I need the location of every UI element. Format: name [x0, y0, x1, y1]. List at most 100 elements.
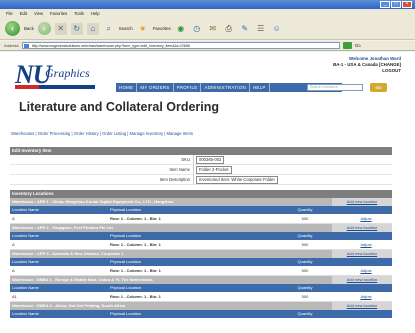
logo-bar — [15, 85, 95, 89]
col-quantity: Quantity — [297, 259, 313, 264]
logo[interactable]: NU Graphics — [15, 60, 97, 92]
logo-script: Graphics — [45, 66, 90, 80]
breadcrumb-manage-items[interactable]: Manage Items — [166, 131, 193, 136]
quantity: 500 — [301, 294, 309, 299]
adjust-link[interactable]: Adjust — [340, 292, 392, 301]
add-location-link[interactable]: Add new location — [332, 198, 392, 206]
add-location-link[interactable]: Add new location — [332, 224, 392, 232]
go-arrow-icon[interactable] — [342, 42, 352, 49]
table-row: A1 Row: 1 - Column: 1 - Bin: 1 500 Adjus… — [10, 292, 392, 302]
warehouse-header: Warehouse : APR 3 - Australia & New Zeal… — [10, 250, 392, 258]
physical-location: Row: 1 - Column: 1 - Bin: 1 — [110, 216, 161, 221]
minimize-button[interactable]: _ — [380, 1, 390, 8]
sku-label: SKU — [181, 157, 190, 162]
warehouse-title: Warehouse : APR 2 - Singapore, Prof Prin… — [12, 225, 113, 230]
menu-favorites[interactable]: Favorites — [50, 11, 67, 16]
warehouse-header: Warehouse : EMEA 1 - Europe & Middle Eas… — [10, 276, 392, 284]
print-icon[interactable]: ⎙ — [223, 23, 235, 35]
user-info: Welcome Jonathan Ward BA-1 - USA & Canad… — [333, 56, 401, 74]
forward-arrow-icon: › — [42, 24, 46, 33]
menu-help[interactable]: Help — [91, 11, 100, 16]
mail-icon[interactable]: ✉ — [207, 23, 219, 35]
adjust-link[interactable]: Adjust — [340, 214, 392, 223]
menu-tools[interactable]: Tools — [74, 11, 84, 16]
breadcrumb-order-history[interactable]: Order History — [74, 131, 99, 136]
warehouse-header: Warehouse : APR 1 - China, Hangzhou Kunt… — [10, 198, 392, 206]
nav-profile[interactable]: PROFILE — [174, 83, 202, 92]
search-label[interactable]: Search — [119, 26, 133, 31]
location-columns-header: Location Name Physical Location Quantity — [10, 284, 392, 292]
search-go-button[interactable]: GO — [370, 83, 387, 92]
col-quantity: Quantity — [297, 311, 313, 316]
item-description-label: Item Description — [159, 177, 190, 182]
history-icon[interactable]: ◷ — [191, 23, 203, 35]
search-icon[interactable]: ⌕ — [103, 23, 115, 35]
nav-home[interactable]: HOME — [116, 83, 138, 92]
add-location-link[interactable]: Add new location — [332, 276, 392, 284]
page-icon — [23, 44, 29, 48]
nav-help[interactable]: HELP — [250, 83, 270, 92]
warehouse-title: Warehouse : APR 1 - China, Hangzhou Kunt… — [12, 199, 174, 204]
col-physical-location: Physical Location — [110, 285, 142, 290]
breadcrumb-warehouses[interactable]: Warehouses — [11, 131, 34, 136]
messenger-icon[interactable]: ☺ — [271, 23, 283, 35]
browser-menubar: File Edit View Favorites Tools Help — [0, 9, 415, 18]
table-row: A Row: 1 - Column: 1 - Bin: 1 500 Adjust — [10, 240, 392, 250]
col-location-name: Location Name — [12, 207, 39, 212]
home-icon[interactable]: ⌂ — [86, 22, 99, 35]
media-icon[interactable]: ◉ — [175, 23, 187, 35]
quantity: 500 — [301, 242, 309, 247]
warehouse-header: Warehouse : EMEA 2 - Africa, Hot Dot Pri… — [10, 302, 392, 310]
breadcrumb-order-listing[interactable]: Order Listing — [102, 131, 126, 136]
back-label: Back — [24, 26, 34, 31]
physical-location: Row: 1 - Column: 1 - Bin: 1 — [110, 242, 161, 247]
address-bar: Address http://www.nwgeneralsolutions.ne… — [0, 41, 415, 51]
breadcrumb-order-processing[interactable]: Order Processing — [38, 131, 71, 136]
location-columns-header: Location Name Physical Location Quantity — [10, 232, 392, 240]
col-physical-location: Physical Location — [110, 207, 142, 212]
adjust-link[interactable]: Adjust — [340, 266, 392, 275]
item-name-field[interactable]: Folder 2-Pocket — [196, 165, 232, 174]
back-arrow-icon: ‹ — [11, 24, 14, 33]
add-location-link[interactable]: Add new location — [332, 302, 392, 310]
favorites-star-icon[interactable]: ★ — [137, 23, 149, 35]
close-button[interactable]: × — [402, 1, 412, 8]
add-location-link[interactable]: Add new location — [332, 250, 392, 258]
quantity: 500 — [301, 216, 309, 221]
adjust-link[interactable]: Adjust — [340, 240, 392, 249]
table-row: A Row: 1 - Column: 1 - Bin: 1 500 Adjust — [10, 266, 392, 276]
item-description-row: Item Description Inventoried Item: White… — [10, 175, 392, 185]
quantity: 500 — [301, 268, 309, 273]
edit-icon[interactable]: ✎ — [239, 23, 251, 35]
discuss-icon[interactable]: ☰ — [255, 23, 267, 35]
address-label: Address — [4, 43, 19, 48]
favorites-label[interactable]: Favorites — [153, 26, 171, 31]
nav-my-orders[interactable]: MY ORDERS — [137, 83, 174, 92]
back-button[interactable]: ‹ — [5, 21, 20, 36]
col-quantity: Quantity — [297, 285, 313, 290]
sku-field[interactable]: 000365-002 — [196, 155, 225, 164]
menu-file[interactable]: File — [6, 11, 13, 16]
col-location-name: Location Name — [12, 311, 39, 316]
sku-row: SKU 000365-002 — [10, 155, 392, 165]
warehouse-title: Warehouse : APR 3 - Australia & New Zeal… — [12, 251, 124, 256]
nav-administration[interactable]: ADMINISTRATION — [201, 83, 250, 92]
maximize-button[interactable]: □ — [391, 1, 401, 8]
refresh-icon[interactable]: ↻ — [70, 22, 83, 35]
physical-location: Row: 1 - Column: 1 - Bin: 1 — [110, 294, 161, 299]
window-titlebar: _ □ × — [0, 0, 415, 9]
breadcrumb-manage-inventory[interactable]: Manage Inventory — [130, 131, 164, 136]
literature-search-input[interactable]: Search Literature — [307, 84, 363, 91]
go-button[interactable]: Go — [355, 43, 361, 48]
table-row: A Row: 1 - Column: 1 - Bin: 1 500 Adjust — [10, 214, 392, 224]
stop-icon[interactable]: ✕ — [54, 22, 67, 35]
location-columns-header: Location Name Physical Location Quantity — [10, 206, 392, 214]
address-url: http://www.nwgeneralsolutions.net/chain/… — [31, 44, 190, 48]
item-description-field[interactable]: Inventoried Item: White Corporate Folder — [196, 175, 278, 184]
col-physical-location: Physical Location — [110, 259, 142, 264]
menu-edit[interactable]: Edit — [20, 11, 27, 16]
menu-view[interactable]: View — [34, 11, 43, 16]
address-input[interactable]: http://www.nwgeneralsolutions.net/chain/… — [21, 42, 340, 49]
logout-link[interactable]: LOGOUT — [333, 68, 401, 74]
forward-button[interactable]: › — [37, 22, 51, 35]
